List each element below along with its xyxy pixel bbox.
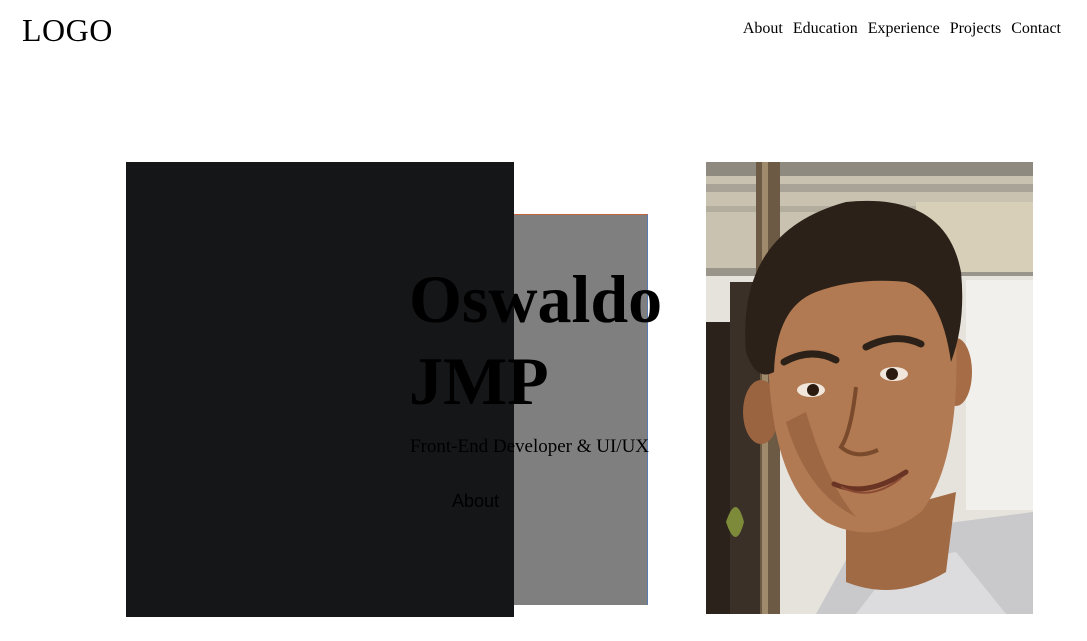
- hero-name: Oswaldo JMP: [409, 258, 699, 422]
- nav-item-education[interactable]: Education: [793, 19, 858, 39]
- nav-item-about[interactable]: About: [743, 19, 783, 39]
- logo[interactable]: LOGO: [22, 10, 113, 50]
- hero-subtitle: Front-End Developer & UI/UX: [410, 436, 650, 457]
- nav-item-contact[interactable]: Contact: [1011, 19, 1061, 39]
- about-button[interactable]: About: [452, 490, 499, 512]
- hero-name-first: Oswaldo: [409, 261, 663, 337]
- profile-photo: [706, 162, 1033, 614]
- nav-item-experience[interactable]: Experience: [868, 19, 940, 39]
- page: LOGO About Education Experience Projects…: [0, 0, 1087, 641]
- hero-name-last: JMP: [409, 343, 549, 419]
- main-nav: About Education Experience Projects Cont…: [743, 19, 1061, 39]
- nav-item-projects[interactable]: Projects: [950, 19, 1002, 39]
